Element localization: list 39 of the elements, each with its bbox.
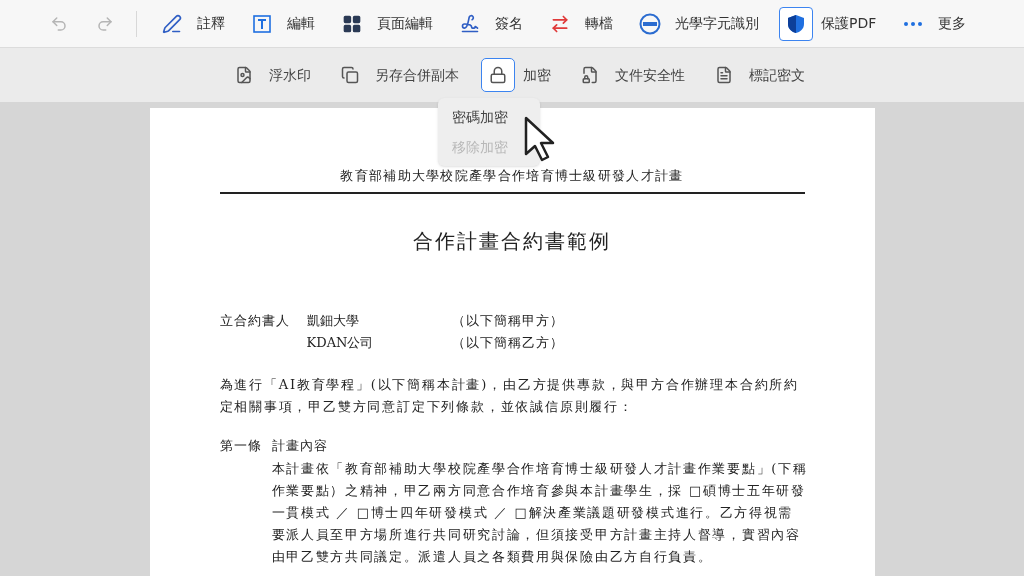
document-icon — [715, 66, 733, 84]
party-note: （以下簡稱甲方） — [451, 311, 564, 330]
undo-icon — [50, 14, 68, 33]
toolbar-tab[interactable]: 保護PDF — [773, 3, 883, 44]
toolbar-tab[interactable]: 頁面編輯 — [329, 3, 439, 44]
swap-arrows-icon — [550, 13, 570, 34]
toolbar-tab[interactable]: 轉檔 — [537, 3, 619, 44]
subtoolbar-tab[interactable]: 標記密文 — [703, 55, 809, 95]
article-heading: 計畫內容 — [271, 436, 328, 455]
text-box-icon — [252, 13, 272, 34]
intro-paragraph: 為進行「AI教育學程」(以下簡稱本計畫)，由乙方提供專款，與甲方合作辦理本合約所約 定相關事項，甲乙雙方同意訂定下列條款，並依誠信原則履行： — [219, 375, 800, 416]
redo-icon — [96, 14, 114, 33]
pen-icon — [162, 13, 182, 34]
signature-icon — [460, 13, 480, 34]
subtoolbar-tab[interactable]: 文件安全性 — [569, 55, 689, 95]
toolbar-tab[interactable]: 簽名 — [447, 3, 529, 44]
toolbar-tab[interactable]: 編輯 — [239, 3, 321, 44]
parties-label: 立合約書人 — [219, 311, 291, 330]
grid-icon — [342, 13, 362, 34]
toolbar-tab[interactable]: 光學字元識別 — [627, 3, 765, 44]
party-name: 凱鈿大學 — [306, 311, 360, 330]
document-header: 教育部補助大學校院產學合作培育博士級研發人才計畫 — [340, 167, 684, 185]
copy-icon — [341, 66, 359, 84]
file-lock-icon — [581, 66, 599, 84]
party-name: KDAN公司 — [306, 333, 375, 352]
document-title: 合作計畫合約書範例 — [413, 227, 611, 255]
party-note: （以下簡稱乙方） — [451, 333, 564, 352]
subtoolbar-tab[interactable]: 加密 — [477, 55, 555, 95]
lock-icon — [489, 66, 507, 84]
menu-item[interactable]: 密碼加密 — [438, 102, 540, 132]
subtoolbar-tab[interactable]: 另存合併副本 — [329, 55, 463, 95]
more-icon — [904, 21, 923, 26]
toolbar-tab[interactable]: 更多 — [890, 3, 973, 44]
article-number: 第一條 — [219, 436, 263, 455]
file-icon — [235, 66, 253, 84]
shield-icon — [786, 13, 806, 34]
article-body: 本計畫依「教育部補助大學校院產學合作培育博士級研發人才計畫作業要點」(下稱 作業要點）之精神，甲乙兩方同意合作培育參與本計畫學生，採 □碩博士五年研發 一貫模式 ／ □博士四年研發模式 ／ □解決產業議題研發模式進行。乙方得視需 要派人員至甲方場所進行共同研究討論，但須接受甲方計畫主持人督導，實習內容 由甲乙雙方共同議定。派遣人員之各類費用與保險由乙方自行負責。 — [271, 459, 808, 566]
subtoolbar-tab[interactable]: 浮水印 — [223, 55, 315, 95]
toolbar-tab[interactable]: 註釋 — [149, 3, 231, 44]
